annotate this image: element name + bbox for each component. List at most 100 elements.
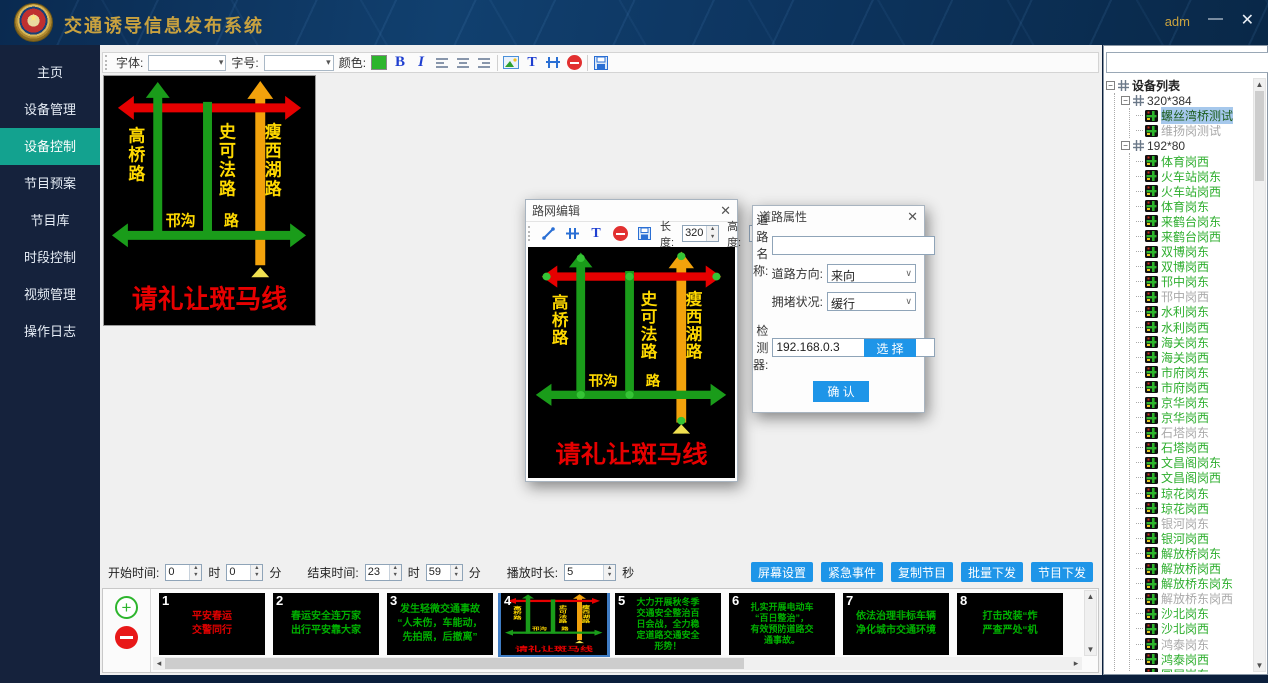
program-thumbnail-3[interactable]: 3发生轻微交通事故“人未伤，车能动，先拍照，后撤离”: [387, 593, 493, 655]
device-item-体育岗东[interactable]: 体育岗东: [1136, 199, 1252, 214]
sidebar-item-主页[interactable]: 主页: [0, 54, 100, 91]
font-select[interactable]: ▾: [148, 55, 226, 71]
device-item-邗中岗西[interactable]: 邗中岗西: [1136, 289, 1252, 304]
action-button-节目下发[interactable]: 节目下发: [1031, 562, 1093, 582]
tree-expander-icon[interactable]: −: [1121, 141, 1130, 150]
tree-expander-icon[interactable]: −: [1121, 96, 1130, 105]
cross-tool-icon[interactable]: [564, 225, 580, 242]
device-item-琼花岗东[interactable]: 琼花岗东: [1136, 486, 1252, 501]
insert-image-icon[interactable]: [503, 54, 519, 71]
program-thumbnail-8[interactable]: 8打击改装“炸严查严处“机: [957, 593, 1063, 655]
device-search-input[interactable]: [1106, 52, 1268, 73]
barrier-tool-icon[interactable]: [545, 54, 561, 71]
device-item-海关岗东[interactable]: 海关岗东: [1136, 335, 1252, 350]
program-vertical-scrollbar[interactable]: ▲ ▼: [1084, 590, 1097, 656]
program-thumbnail-6[interactable]: 6扎实开展电动车“百日整治”，有效预防道路交通事故。: [729, 593, 835, 655]
tree-scroll-up-icon[interactable]: ▲: [1254, 80, 1265, 89]
device-item-解放桥东岗东[interactable]: 解放桥东岗东: [1136, 576, 1252, 591]
device-item-海关岗西[interactable]: 海关岗西: [1136, 350, 1252, 365]
props-dialog-titlebar[interactable]: 道路属性 ✕: [753, 206, 924, 227]
minimize-icon[interactable]: —: [1208, 10, 1223, 27]
tree-group-192*80[interactable]: −192*80: [1121, 138, 1252, 153]
device-item-京华岗东[interactable]: 京华岗东: [1136, 395, 1252, 410]
action-button-屏幕设置[interactable]: 屏幕设置: [751, 562, 813, 582]
editor-close-icon[interactable]: ✕: [720, 203, 731, 219]
sidebar-item-视频管理[interactable]: 视频管理: [0, 276, 100, 313]
road-network-graphic[interactable]: 高桥路史可法路瘦西湖路邗沟路请礼让斑马线: [528, 247, 735, 478]
tree-group-320*384[interactable]: −320*384: [1121, 93, 1252, 108]
device-item-螺丝湾桥测试[interactable]: 螺丝湾桥测试: [1136, 108, 1252, 123]
text-tool-icon[interactable]: T: [524, 54, 540, 71]
color-swatch-icon[interactable]: [371, 55, 387, 70]
device-item-邗中岗东[interactable]: 邗中岗东: [1136, 274, 1252, 289]
tree-expander-icon[interactable]: −: [1106, 81, 1115, 90]
device-item-火车站岗西[interactable]: 火车站岗西: [1136, 184, 1252, 199]
device-item-市府岗东[interactable]: 市府岗东: [1136, 365, 1252, 380]
delete-program-button[interactable]: [115, 626, 138, 649]
road-name-input[interactable]: [772, 236, 935, 255]
end-minute-input[interactable]: 59 ▲▼: [426, 564, 463, 581]
device-item-双博岗东[interactable]: 双博岗东: [1136, 244, 1252, 259]
confirm-button[interactable]: 确 认: [813, 381, 869, 402]
editor-text-tool-icon[interactable]: T: [588, 225, 604, 242]
length-input[interactable]: 320 ▲▼: [682, 225, 719, 242]
action-button-紧急事件[interactable]: 紧急事件: [821, 562, 883, 582]
select-button[interactable]: 选 择: [864, 339, 916, 357]
device-item-解放桥岗西[interactable]: 解放桥岗西: [1136, 561, 1252, 576]
tree-root-node[interactable]: −设备列表: [1106, 78, 1252, 93]
device-item-鸿泰岗东[interactable]: 鸿泰岗东: [1136, 636, 1252, 651]
device-item-京华岗西[interactable]: 京华岗西: [1136, 410, 1252, 425]
device-item-石塔岗东[interactable]: 石塔岗东: [1136, 425, 1252, 440]
device-item-沙北岗西[interactable]: 沙北岗西: [1136, 621, 1252, 636]
road-network-canvas[interactable]: 高桥路史可法路瘦西湖路邗沟路请礼让斑马线: [528, 247, 735, 478]
device-item-来鹤台岗东[interactable]: 来鹤台岗东: [1136, 214, 1252, 229]
program-horizontal-scrollbar[interactable]: ◂ ▸: [153, 657, 1082, 670]
end-hour-input[interactable]: 23 ▲▼: [365, 564, 402, 581]
length-up-icon[interactable]: ▲: [707, 226, 718, 234]
program-thumbnail-4[interactable]: 4高桥路史可法路瘦西湖路邗沟路请礼让斑马线: [501, 593, 607, 655]
device-item-市府岗西[interactable]: 市府岗西: [1136, 380, 1252, 395]
editor-dialog-titlebar[interactable]: 路网编辑 ✕: [526, 200, 737, 221]
scroll-up-icon[interactable]: ▲: [1085, 592, 1096, 601]
editor-delete-icon[interactable]: [612, 225, 628, 242]
props-close-icon[interactable]: ✕: [907, 209, 918, 225]
device-item-水利岗西[interactable]: 水利岗西: [1136, 320, 1252, 335]
sidebar-item-节目预案[interactable]: 节目预案: [0, 165, 100, 202]
device-item-银河岗东[interactable]: 银河岗东: [1136, 516, 1252, 531]
device-item-来鹤台岗西[interactable]: 来鹤台岗西: [1136, 229, 1252, 244]
tree-scrollbar[interactable]: ▲ ▼: [1253, 78, 1266, 672]
device-item-文昌阁岗东[interactable]: 文昌阁岗东: [1136, 455, 1252, 470]
device-item-体育岗西[interactable]: 体育岗西: [1136, 153, 1252, 168]
program-thumbnail-1[interactable]: 1平安春运交警同行: [159, 593, 265, 655]
align-left-icon[interactable]: [434, 54, 450, 71]
scroll-right-icon[interactable]: ▸: [1070, 658, 1082, 669]
device-item-双博岗西[interactable]: 双博岗西: [1136, 259, 1252, 274]
device-item-解放桥岗东[interactable]: 解放桥岗东: [1136, 546, 1252, 561]
close-icon[interactable]: ✕: [1241, 10, 1254, 30]
sidebar-item-设备控制[interactable]: 设备控制: [0, 128, 100, 165]
device-item-火车站岗东[interactable]: 火车站岗东: [1136, 169, 1252, 184]
start-minute-input[interactable]: 0 ▲▼: [226, 564, 263, 581]
line-tool-icon[interactable]: [540, 225, 556, 242]
align-center-icon[interactable]: [455, 54, 471, 71]
sidebar-item-操作日志[interactable]: 操作日志: [0, 313, 100, 350]
bold-icon[interactable]: B: [392, 54, 408, 71]
program-thumbnail-7[interactable]: 7依法治理非标车辆净化城市交通环境: [843, 593, 949, 655]
scroll-left-icon[interactable]: ◂: [153, 658, 165, 669]
device-item-文昌阁岗西[interactable]: 文昌阁岗西: [1136, 470, 1252, 485]
save-icon[interactable]: [593, 54, 609, 71]
device-item-国展岗东[interactable]: 国展岗东: [1136, 667, 1252, 672]
length-down-icon[interactable]: ▼: [707, 234, 718, 242]
sidebar-item-设备管理[interactable]: 设备管理: [0, 91, 100, 128]
device-item-石塔岗西[interactable]: 石塔岗西: [1136, 440, 1252, 455]
stop-icon[interactable]: [566, 54, 582, 71]
road-direction-select[interactable]: 来向∨: [827, 264, 916, 283]
action-button-批量下发[interactable]: 批量下发: [961, 562, 1023, 582]
tree-scroll-down-icon[interactable]: ▼: [1254, 661, 1265, 670]
sidebar-item-节目库[interactable]: 节目库: [0, 202, 100, 239]
device-item-维扬岗测试[interactable]: 维扬岗测试: [1136, 123, 1252, 138]
start-hour-input[interactable]: 0 ▲▼: [165, 564, 202, 581]
sidebar-item-时段控制[interactable]: 时段控制: [0, 239, 100, 276]
device-item-解放桥东岗西[interactable]: 解放桥东岗西: [1136, 591, 1252, 606]
device-item-水利岗东[interactable]: 水利岗东: [1136, 304, 1252, 319]
